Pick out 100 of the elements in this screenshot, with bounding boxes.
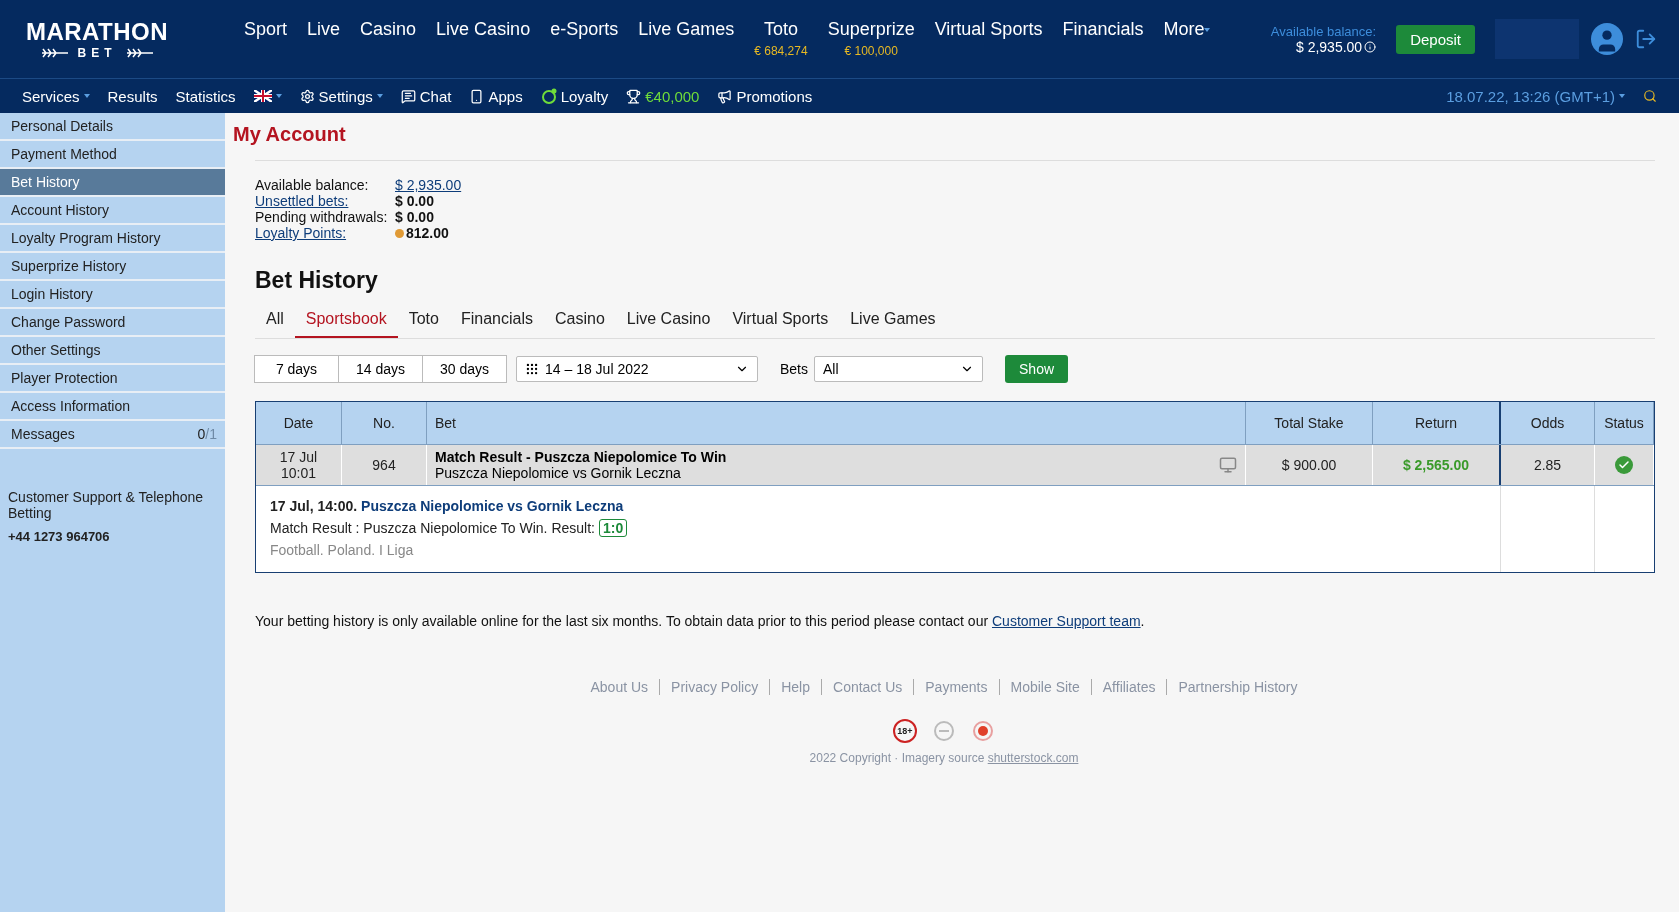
datetime-menu[interactable]: 18.07.22, 13:26 (GMT+1) [1446,87,1625,105]
nav-link[interactable]: Financials [1062,19,1144,40]
period-button[interactable]: 7 days [254,355,339,383]
subnav-link[interactable]: €40,000 [626,87,700,105]
tab[interactable]: Casino [544,304,616,338]
nav-link[interactable]: Virtual Sports [934,19,1043,40]
caret-icon [1619,94,1625,98]
support-link[interactable]: Customer Support team [992,613,1141,629]
balance-link[interactable]: Loyalty Points: [255,225,395,241]
logout-icon[interactable] [1635,28,1657,50]
bets-label: Bets [780,361,808,377]
deposit-button[interactable]: Deposit [1396,24,1475,54]
support-text: Customer Support & Telephone Betting [8,489,205,521]
sidebar-item-label: Bet History [11,174,80,190]
calendar-icon [525,362,539,376]
nav-link[interactable]: Casino [360,19,417,40]
nav-link[interactable]: Superprize € 100,000 [827,19,915,58]
show-button[interactable]: Show [1005,355,1069,383]
megaphone-icon [717,88,733,104]
section-title: Bet History [255,267,379,294]
tab[interactable]: Toto [397,304,450,338]
subnav-link[interactable]: Chat [400,87,452,105]
sidebar-item-label: Personal Details [11,118,113,134]
history-notice: Your betting history is only available online for the last six months. To obtain data prior to this period please contact our Customer Support team. [255,613,1146,629]
nav-link[interactable]: Live Casino [436,19,531,40]
sidebar-item-label: Access Information [11,398,131,414]
subnav-link[interactable]: Services [22,87,90,105]
tab[interactable]: All [255,304,295,338]
sidebar-item-label: Superprize History [11,258,127,274]
balance-value[interactable]: $ 2,935.00 [395,177,462,193]
jackpot-amount: € 684,274 [754,44,808,58]
tab[interactable]: Virtual Sports [721,304,840,338]
age-badge[interactable]: 18+ [893,719,917,743]
balance-amount: $ 2,935.00 [1295,38,1363,55]
date-range-select[interactable]: 14 – 18 Jul 2022 [516,356,758,382]
league-text: Football. Poland. I Liga [270,542,415,558]
message-count: 0/1 [197,426,217,442]
subnav-link[interactable]: Apps [469,87,523,105]
search-icon[interactable] [1643,89,1657,103]
more-menu[interactable]: More [1163,19,1211,40]
chat-icon [400,88,416,104]
balance-label: Available balance: [1270,23,1377,39]
phone-icon [469,88,485,104]
info-icon[interactable] [1364,40,1377,53]
laurel-icon [39,48,70,58]
bet-number: 964 [372,457,396,473]
bets-select[interactable]: All [814,356,983,382]
balance-value: $ 0.00 [395,209,434,225]
sidebar-item-label: Account History [11,202,110,218]
subnav-link[interactable]: Loyalty [540,87,609,105]
nav-link[interactable]: Live Games [638,19,735,40]
balance-value: 812.00 [406,225,449,241]
language-menu[interactable] [253,90,282,102]
tab[interactable]: Financials [449,304,544,338]
balance-label: Pending withdrawals: [255,209,389,225]
flag-icon[interactable] [253,90,272,102]
match-info: 17 Jul, 14:00. Puszcza Niepolomice vs Gornik Leczna [270,498,625,514]
trophy-icon [626,88,642,104]
odds-cell: 2.85 [1533,457,1562,473]
sidebar-item[interactable]: Bet History [0,169,225,197]
tab[interactable]: Sportsbook [294,304,398,338]
tab[interactable]: Live Games [839,304,947,338]
nav-link[interactable]: e-Sports [550,19,619,40]
settings-icon [299,88,315,104]
nav-link[interactable]: Sport [244,19,288,40]
subnav-link[interactable]: Promotions [717,87,813,105]
balance-value: $ 0.00 [395,193,434,209]
result-score: 1:0 [599,519,628,537]
sidebar-item-label: Payment Method [11,146,117,162]
nav-link[interactable]: Toto € 684,274 [754,19,808,58]
sidebar-item-label: Login History [11,286,93,302]
caret-icon [83,94,90,98]
date-cell: 17 Jul 10:01 [279,449,318,481]
sidebar-item-label: Player Protection [11,370,118,386]
subnav-link[interactable]: Results [107,87,158,105]
avatar-icon[interactable] [1591,23,1623,55]
sidebar-item-label: Other Settings [11,342,101,358]
period-button[interactable]: 14 days [338,355,423,383]
event-name: Puszcza Niepolomice vs Gornik Leczna [435,465,682,481]
sidebar-item-label: Change Password [11,314,126,330]
support-phone: +44 1273 964706 [8,529,111,544]
coin-icon [395,228,404,238]
stake-cell: $ 900.00 [1281,457,1337,473]
balance-label: Available balance: [255,177,370,193]
nav-link[interactable]: Live [307,19,341,40]
subnav-link[interactable]: Settings [299,87,383,105]
page-title: My Account [233,123,347,146]
monitor-icon[interactable] [1219,456,1237,474]
copyright-text: 2022 Copyright · Imagery source shutterstock.com [809,751,1079,765]
target-icon[interactable] [971,720,995,742]
bet-title: Match Result - Puszcza Niepolomice To Win [435,449,727,465]
caret-icon [1204,27,1211,32]
caret-icon [275,94,282,98]
period-button[interactable]: 30 days [422,355,507,383]
laurel-icon [124,48,155,58]
tab[interactable]: Live Casino [615,304,722,338]
marathon-bet-logo[interactable]: MARATHON BET [22,18,172,60]
selection-text: Match Result : Puszcza Niepolomice To Win. Result: [270,520,595,536]
subnav-link[interactable]: Statistics [175,87,236,105]
balance-link[interactable]: Unsettled bets: [255,193,395,209]
